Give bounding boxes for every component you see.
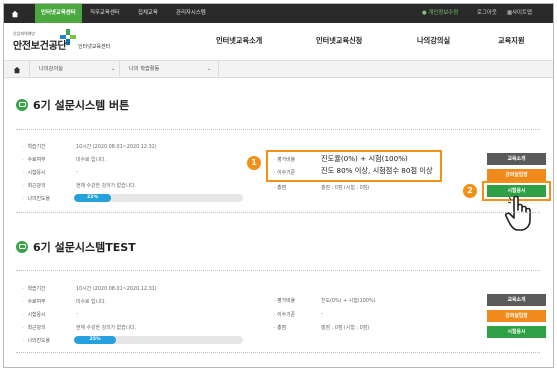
top-bar: 인터넷교육센터 직무교육센터 집체교육 관리자시스템 ● 개인정보수정 로그아웃…	[4, 4, 553, 23]
nav-support[interactable]: 교육지원	[498, 36, 524, 46]
progress-fill: 22%	[74, 194, 112, 202]
breadcrumb-item-activity[interactable]: 나의 학습활동 ⌄	[121, 61, 219, 78]
criteria-label: · 이수기준	[274, 170, 296, 176]
field-label-exam: 시험응시	[23, 311, 46, 318]
top-tab-job-center[interactable]: 직무교육센터	[84, 4, 126, 23]
course-title: 6기 설문시스템TEST	[16, 239, 136, 255]
site-header: 산업재해예방 안전보건공단 인터넷교육센터 인터넷교육소개 인터넷교육신청 나의…	[4, 23, 553, 61]
chat-bubble-icon	[16, 241, 28, 253]
course-intro-button[interactable]: 교육소개	[487, 294, 546, 306]
field-label-exam: 시험응시	[23, 169, 46, 176]
logout-link[interactable]: 로그아웃	[477, 4, 497, 23]
total-value: 총점 : 0점 (시험 : 0점)	[321, 325, 370, 331]
completion-value: 미수료 입니다.	[76, 299, 107, 305]
field-label-recent: 최근강의	[23, 324, 46, 331]
divider	[16, 352, 540, 353]
breadcrumb-item-classroom[interactable]: 나의강의실 ⌄	[31, 61, 120, 78]
field-label-period: 학습기간	[23, 143, 46, 150]
course-title-text: 6기 설문시스템TEST	[33, 241, 136, 254]
user-icon: ●	[422, 10, 427, 16]
home-icon[interactable]	[4, 4, 26, 23]
divider	[16, 212, 540, 213]
criteria-value: 진도 80% 이상, 시험점수 80점 이상	[321, 166, 433, 175]
logo-main-text[interactable]: 안전보건공단	[13, 37, 67, 52]
sitemap-link[interactable]: ▦사이트맵	[507, 4, 532, 23]
chevron-down-icon: ⌄	[207, 66, 212, 72]
edit-profile-link[interactable]: ● 개인정보수정	[422, 4, 458, 23]
recent-value: 현재 수강한 강의가 없습니다.	[76, 325, 137, 331]
breadcrumb-label: 나의강의실	[39, 66, 63, 72]
eval-ratio-label: · 평가비율	[274, 157, 296, 163]
progress-fill: 25%	[74, 336, 117, 344]
take-exam-button[interactable]: 시험응시	[487, 326, 546, 338]
course-title: 6기 설문시스템 버튼	[16, 97, 129, 113]
chevron-down-icon: ⌄	[111, 66, 116, 72]
field-label-period: 학습기간	[23, 285, 46, 292]
eval-ratio-value: 진도(0%) + 시험(100%)	[321, 298, 376, 304]
enter-classroom-button[interactable]: 강의실입장	[487, 310, 546, 322]
top-tab-internet-center[interactable]: 인터넷교육센터	[35, 4, 82, 23]
enter-classroom-button[interactable]: 강의실입장	[487, 169, 546, 181]
callout-badge-2: 2	[463, 184, 477, 198]
criteria-value: -	[321, 311, 323, 317]
nav-apply[interactable]: 인터넷교육신청	[316, 36, 362, 46]
edit-profile-label: 개인정보수정	[428, 10, 459, 16]
progress-bar: 25%	[74, 336, 243, 344]
eval-ratio-label: · 평가비율	[274, 298, 296, 304]
total-label: · 총점	[274, 325, 287, 331]
eval-ratio-value: 진도율(0%) + 시험(100%)	[321, 154, 408, 163]
completion-value: 미수료 입니다.	[76, 157, 107, 163]
breadcrumb-label: 나의 학습활동	[129, 66, 160, 72]
course-title-text: 6기 설문시스템 버튼	[33, 99, 130, 112]
page-frame: 인터넷교육센터 직무교육센터 집체교육 관리자시스템 ● 개인정보수정 로그아웃…	[3, 3, 554, 368]
total-value: 총점 : 0점 (시험 : 0점)	[321, 185, 370, 191]
hand-pointer-icon	[505, 195, 531, 231]
chat-bubble-icon	[16, 99, 28, 111]
divider	[16, 270, 540, 271]
period-value: 10시간 (2020.08.01~2020.12.31)	[76, 286, 157, 292]
field-label-progress: 나의진도율	[23, 195, 50, 202]
top-tab-group-edu[interactable]: 집체교육	[132, 4, 164, 23]
field-label-completion: 수료여부	[23, 156, 46, 163]
breadcrumb: 나의강의실 ⌄ 나의 학습활동 ⌄	[4, 61, 553, 78]
nav-my-classroom[interactable]: 나의강의실	[417, 36, 450, 46]
sitemap-label: 사이트맵	[512, 10, 532, 16]
progress-bar: 22%	[74, 194, 243, 202]
callout-badge-1: 1	[247, 156, 261, 170]
field-label-recent: 최근강의	[23, 182, 46, 189]
field-label-completion: 수료여부	[23, 298, 46, 305]
exam-value: -	[76, 169, 78, 175]
recent-value: 현재 수강한 강의가 없습니다.	[76, 183, 137, 189]
total-label: · 총점	[274, 185, 287, 191]
logo-mark-icon	[60, 29, 76, 45]
criteria-label: · 이수기준	[274, 312, 296, 318]
breadcrumb-home-icon[interactable]	[4, 61, 30, 78]
course-intro-button[interactable]: 교육소개	[487, 153, 546, 165]
top-tab-admin[interactable]: 관리자시스템	[170, 4, 212, 23]
field-label-progress: 나의진도율	[23, 337, 50, 344]
exam-value: -	[76, 311, 78, 317]
period-value: 10시간 (2020.08.01~2020.12.31)	[76, 144, 157, 150]
logo-sub-text: 인터넷교육센터	[78, 44, 111, 50]
nav-intro[interactable]: 인터넷교육소개	[216, 36, 262, 46]
divider	[16, 129, 540, 130]
